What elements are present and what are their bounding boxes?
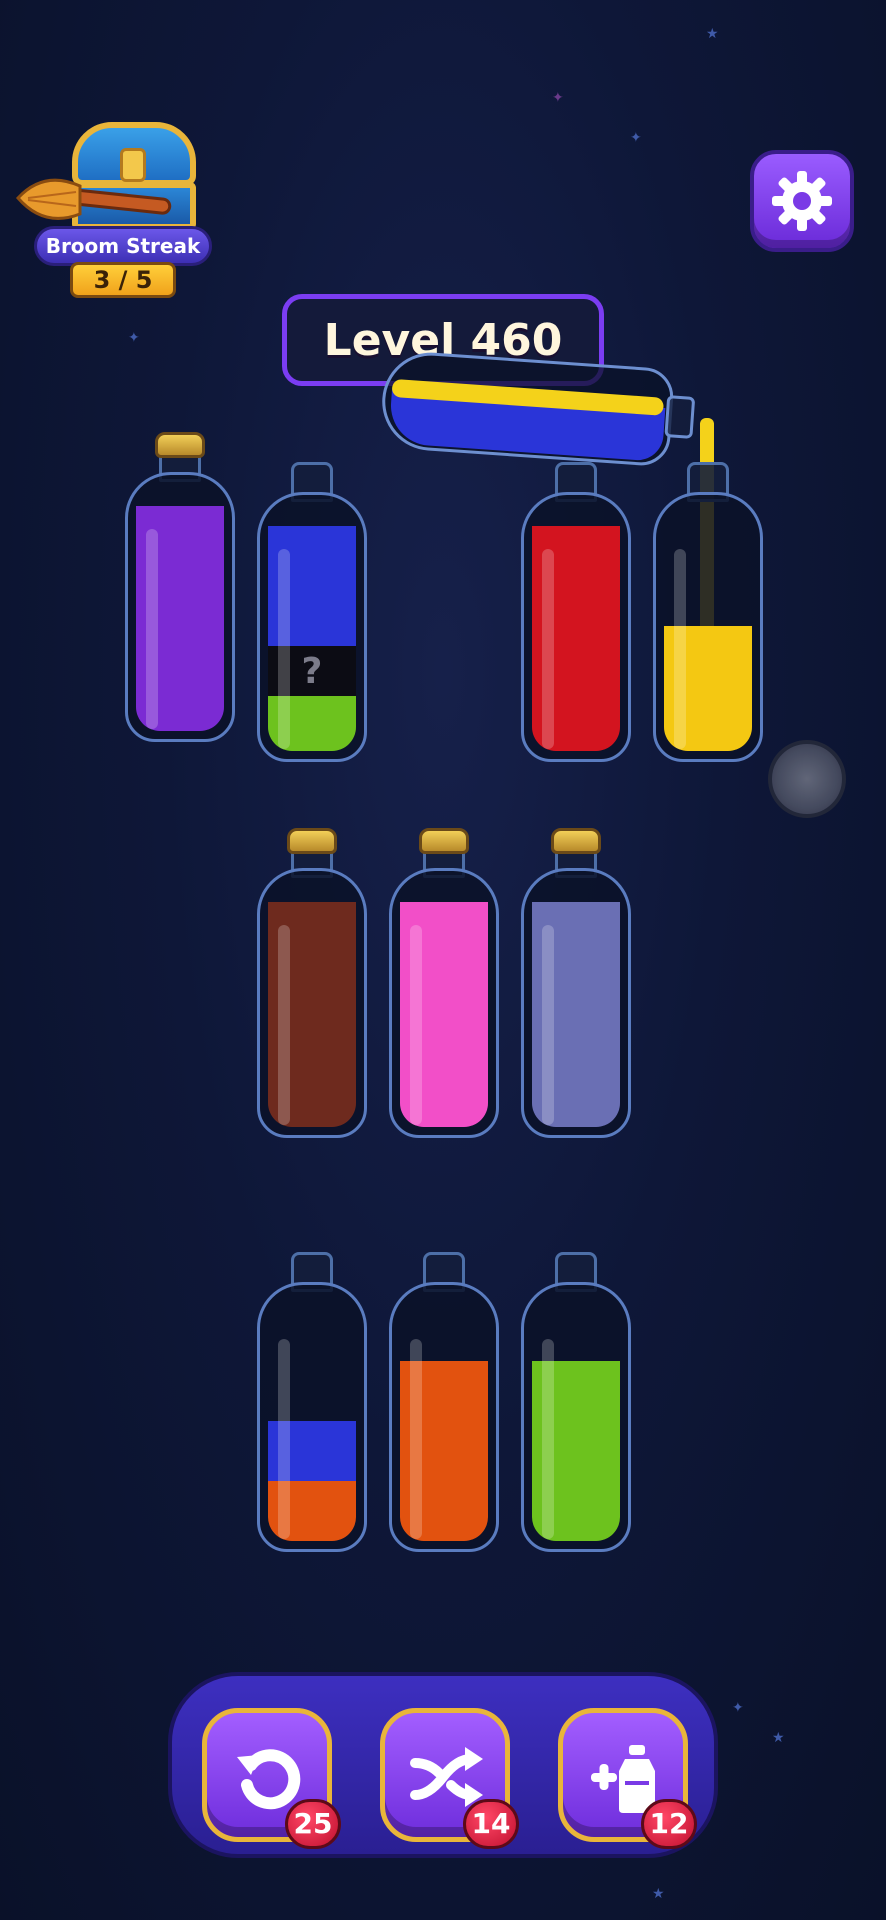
bottle-glass: [521, 1282, 631, 1552]
glass-shine: [542, 1339, 554, 1539]
glass-shine: [146, 529, 158, 729]
bottle-glass: [257, 868, 367, 1138]
bottle-glass: [389, 868, 499, 1138]
glass-shine: [542, 925, 554, 1125]
broom-streak-widget[interactable]: Broom Streak 3 / 5: [14, 118, 214, 303]
cork-icon: [419, 828, 469, 854]
bottle-5[interactable]: [257, 828, 367, 1138]
streak-count: 3 / 5: [70, 262, 176, 298]
glass-shine: [278, 1339, 290, 1539]
bottle-glass: [521, 868, 631, 1138]
bottle-10[interactable]: [521, 1242, 631, 1552]
cork-icon: [287, 828, 337, 854]
bottle-glass: ?: [257, 492, 367, 762]
star-decoration: ✦: [552, 90, 564, 106]
bottle-glass: [521, 492, 631, 762]
add-bottle-count-badge: 12: [641, 1799, 697, 1849]
pouring-bottle-glass: [378, 349, 676, 468]
bottle-glass: [653, 492, 763, 762]
streak-title: Broom Streak: [34, 226, 212, 266]
star-decoration: ✦: [732, 1700, 744, 1716]
star-decoration: ★: [706, 26, 719, 42]
bottle-4[interactable]: [653, 452, 763, 762]
glass-shine: [278, 549, 290, 749]
bottle-glass: [125, 472, 235, 742]
bottle-glass: [389, 1282, 499, 1552]
undo-count-badge: 25: [285, 1799, 341, 1849]
bottle-3[interactable]: [521, 452, 631, 762]
bottle-6[interactable]: [389, 828, 499, 1138]
shuffle-count-badge: 14: [463, 1799, 519, 1849]
glass-shine: [278, 925, 290, 1125]
star-decoration: ✦: [128, 330, 140, 346]
touch-indicator: [768, 740, 846, 818]
bottle-7[interactable]: [521, 828, 631, 1138]
bottle-neck: [664, 395, 696, 439]
shuffle-button[interactable]: 14: [380, 1708, 519, 1849]
bottle-9[interactable]: [389, 1242, 499, 1552]
bottle-2[interactable]: ?: [257, 452, 367, 762]
powerup-toolbar: 25 14 12: [168, 1672, 718, 1858]
glass-shine: [542, 549, 554, 749]
gear-icon: [772, 171, 832, 231]
bottle-8[interactable]: [257, 1242, 367, 1552]
settings-button[interactable]: [750, 150, 854, 252]
add-bottle-button[interactable]: 12: [558, 1708, 697, 1849]
glass-shine: [410, 1339, 422, 1539]
cork-icon: [551, 828, 601, 854]
cork-icon: [155, 432, 205, 458]
pouring-bottle: [378, 349, 696, 468]
star-decoration: ★: [652, 1886, 665, 1902]
star-decoration: ✦: [630, 130, 642, 146]
glass-shine: [410, 925, 422, 1125]
undo-button[interactable]: 25: [202, 1708, 341, 1849]
bottle-1[interactable]: [125, 432, 235, 742]
bottle-glass: [257, 1282, 367, 1552]
star-decoration: ★: [772, 1730, 785, 1746]
broom-icon: [15, 178, 172, 220]
glass-shine: [674, 549, 686, 749]
